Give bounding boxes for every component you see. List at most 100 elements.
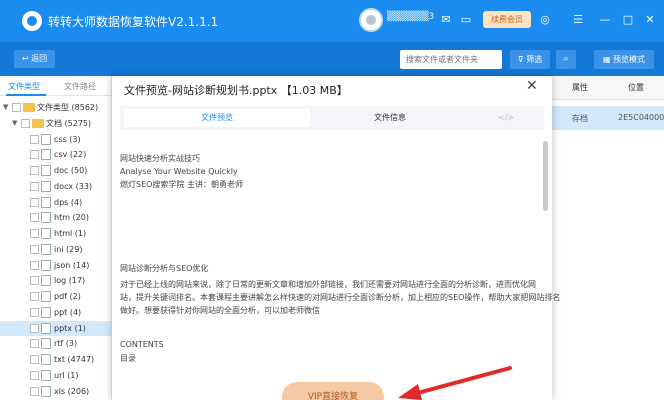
file-icon (41, 385, 51, 397)
filter-icon: ⊽ (517, 55, 524, 64)
tab-file-info[interactable]: 文件信息 (320, 109, 460, 127)
file-icon (41, 228, 51, 239)
app-logo-icon (22, 11, 42, 31)
content-line: 燃灯SEO搜索学院 主讲：朝勇老师 (120, 180, 243, 189)
checkbox[interactable] (30, 355, 39, 364)
chevron-down-icon[interactable]: ▼ (12, 116, 17, 131)
checkbox[interactable] (30, 339, 39, 349)
tree-label: txt (4747) (54, 355, 95, 364)
folder-icon (23, 103, 35, 112)
checkbox[interactable] (30, 260, 39, 270)
tree-label: pdf (2) (54, 292, 81, 301)
menu-icon[interactable]: ☰ (570, 12, 586, 28)
support-icon[interactable]: ◎ (537, 12, 553, 28)
tree-item[interactable]: log (17) (0, 273, 112, 288)
tree-item[interactable]: doc (50) (0, 163, 112, 178)
sidebar-tabs: 文件类型 文件路径 (0, 76, 112, 96)
column-header-attribute[interactable]: 属性 (552, 76, 608, 100)
checkbox[interactable] (30, 134, 39, 144)
message-icon[interactable]: ✉ (438, 12, 454, 28)
tab-file-path[interactable]: 文件路径 (64, 81, 96, 92)
back-button[interactable]: ↩ 返回 (14, 50, 55, 68)
tree-item[interactable]: url (1) (0, 368, 112, 383)
tree-label: ini (29) (54, 244, 83, 254)
file-icon (41, 133, 51, 145)
tree-label: html (1) (54, 229, 87, 238)
content-line: 网站快速分析实战技巧 (120, 154, 200, 163)
file-icon (41, 322, 51, 334)
tree-item[interactable]: csv (22) (0, 147, 112, 162)
tree-item[interactable]: html (1) (0, 226, 112, 241)
tree-item[interactable]: pptx (1) (0, 320, 112, 336)
content-line: 网站诊断分析与SEO优化 (120, 264, 209, 273)
active-tab-indicator (6, 94, 46, 96)
renew-vip-button[interactable]: 续费会员 (483, 11, 531, 28)
file-icon (41, 291, 51, 302)
chevron-down-icon[interactable]: ▼ (3, 100, 8, 115)
search-icon: ⌕ (563, 54, 569, 64)
code-icon[interactable]: </> (498, 109, 514, 127)
close-icon[interactable]: ✕ (526, 78, 538, 94)
screen-icon[interactable]: ▭ (458, 12, 474, 28)
tree-item[interactable]: rtf (3) (0, 336, 112, 351)
user-avatar[interactable] (359, 8, 383, 32)
checkbox[interactable] (30, 150, 39, 160)
content-line: 站，提升关键词排名。本套课程主要讲解怎么样快速的对网站进行全面诊断分析，加上相应… (120, 293, 561, 302)
tree-item[interactable]: pdf (2) (0, 289, 112, 304)
tree-item[interactable]: json (14) (0, 258, 112, 273)
checkbox[interactable] (30, 229, 39, 238)
checkbox[interactable] (30, 166, 39, 175)
checkbox[interactable] (30, 370, 39, 380)
checkbox[interactable] (30, 386, 39, 396)
close-window-icon[interactable]: ✕ (642, 12, 658, 28)
dialog-tabs: 文件预览 文件信息 </> (120, 106, 544, 130)
file-icon (41, 165, 51, 176)
tree-item[interactable]: ini (29) (0, 242, 112, 257)
tree-label: csv (22) (54, 150, 87, 160)
tree-item[interactable]: docx (33) (0, 179, 112, 194)
search-scan-button[interactable]: ⌕ (556, 50, 576, 69)
user-name[interactable]: ▒▒▒▒▒▒3 (387, 12, 434, 22)
file-icon (41, 212, 51, 224)
tree-label: docx (33) (54, 181, 93, 191)
tab-file-preview[interactable]: 文件预览 (124, 109, 310, 127)
filter-button[interactable]: ⊽ 筛选 (510, 50, 550, 69)
vip-restore-button[interactable]: VIP直接恢复 (282, 382, 384, 400)
file-list-panel: 属性 位置 存档 2E5C04000 (552, 76, 664, 400)
checkbox[interactable] (30, 292, 39, 301)
checkbox[interactable] (30, 323, 39, 333)
checkbox[interactable] (30, 276, 39, 286)
minimize-icon[interactable]: — (597, 12, 613, 28)
tree-item[interactable]: htm (20) (0, 210, 112, 225)
checkbox[interactable] (12, 103, 21, 112)
tree-label: 文件类型 (8562) (37, 103, 99, 112)
content-line: 做好。想要获得针对你网站的全面分析，可以加老师微信 (120, 306, 320, 315)
checkbox[interactable] (21, 118, 30, 128)
maximize-icon[interactable]: □ (620, 12, 636, 28)
back-label: 返回 (31, 54, 48, 63)
checkbox[interactable] (30, 307, 39, 317)
cell-position: 2E5C04000 (618, 113, 664, 122)
red-arrow-icon (398, 366, 512, 400)
tree-root[interactable]: ▼ 文件类型 (8562) (0, 100, 112, 115)
tree-docs[interactable]: ▼ 文档 (5275) (0, 116, 112, 131)
column-header-position[interactable]: 位置 (608, 76, 664, 100)
tree-item[interactable]: xls (206) (0, 384, 112, 399)
tree-label: css (3) (54, 134, 81, 144)
checkbox[interactable] (30, 197, 39, 207)
tree-item[interactable]: dps (4) (0, 195, 112, 210)
content-line: 目录 (120, 354, 136, 363)
tree-item[interactable]: ppt (4) (0, 305, 112, 320)
checkbox[interactable] (30, 244, 39, 254)
tab-file-type[interactable]: 文件类型 (8, 81, 40, 92)
tree-item[interactable]: css (3) (0, 132, 112, 147)
checkbox[interactable] (30, 181, 39, 191)
preview-mode-button[interactable]: ▦ 预览模式 (594, 50, 654, 69)
checkbox[interactable] (30, 213, 39, 223)
file-icon (41, 259, 51, 271)
tree-item[interactable]: txt (4747) (0, 352, 112, 367)
title-bar: 转转大师数据恢复软件V2.1.1.1 ▒▒▒▒▒▒3 ✉ ▭ 续费会员 ◎ ☰ … (0, 0, 664, 42)
preview-scrollbar[interactable] (543, 141, 548, 211)
file-icon (41, 196, 51, 208)
search-input[interactable] (400, 50, 502, 69)
